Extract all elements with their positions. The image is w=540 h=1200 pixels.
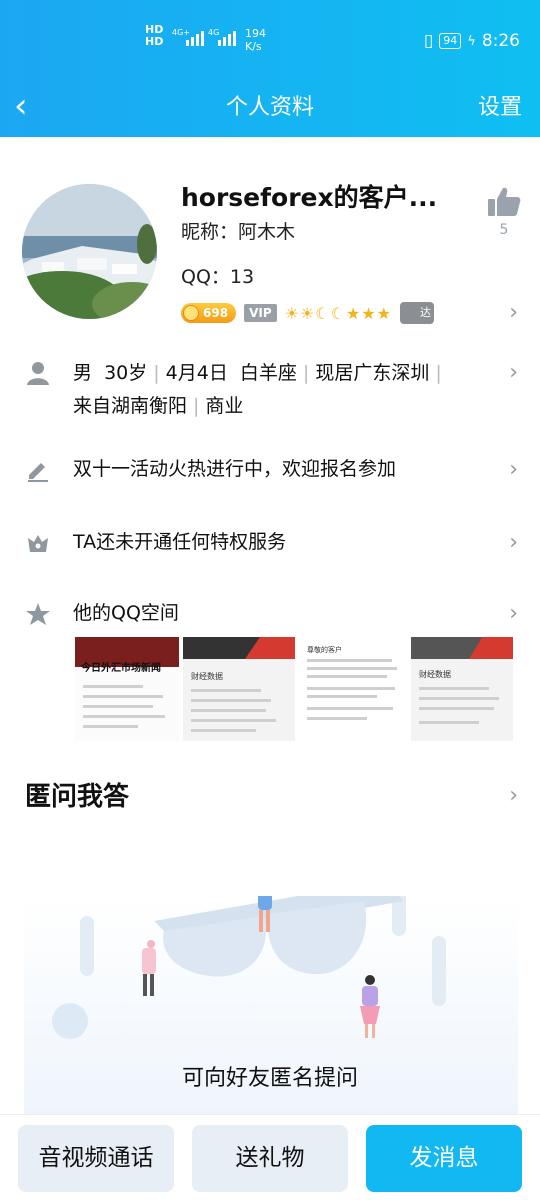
thumbnail-title: 尊敬的客户 bbox=[307, 646, 342, 654]
profile-qq-number: QQ：13 bbox=[181, 266, 255, 288]
gender: 男 bbox=[73, 362, 93, 384]
badge-row[interactable]: 698 VIP ☀☀☾☾★★★ 达 bbox=[181, 302, 435, 324]
battery-icon: 94 bbox=[439, 33, 462, 49]
chevron-right-icon[interactable]: › bbox=[509, 301, 518, 325]
coin-level-badge: 698 bbox=[181, 303, 237, 323]
privilege-text: TA还未开通任何特权服务 bbox=[73, 531, 287, 553]
hometown: 来自湖南衡阳 bbox=[73, 395, 188, 417]
anon-qa-prompt: 可向好友匿名提问 bbox=[181, 1066, 358, 1091]
chevron-right-icon: › bbox=[509, 601, 518, 626]
thumbs-up-icon bbox=[488, 187, 521, 216]
chevron-right-icon: › bbox=[509, 457, 518, 482]
divider: | bbox=[302, 362, 310, 384]
send-gift-button[interactable]: 送礼物 bbox=[192, 1125, 348, 1192]
vibrate-icon: ▯ bbox=[423, 31, 434, 51]
chevron-right-icon: › bbox=[509, 530, 518, 555]
qzone-thumbnail[interactable]: 今日外汇市场新闻 bbox=[75, 637, 179, 741]
chevron-right-icon: › bbox=[509, 360, 518, 385]
person-icon bbox=[25, 360, 51, 386]
qzone-text: 他的QQ空间 bbox=[73, 602, 179, 624]
qzone-row[interactable]: 他的QQ空间 › bbox=[0, 597, 540, 633]
thumbnail-title: 财经数据 bbox=[419, 670, 451, 679]
hd-indicators: HD HD bbox=[145, 24, 163, 48]
info-line-1: 男 30岁 | 4月4日 白羊座 | 现居广东深圳 | bbox=[73, 357, 448, 390]
nav-bar: ‹ 个人资料 设置 bbox=[0, 80, 540, 137]
qzone-thumbnail[interactable]: 尊敬的客户 bbox=[299, 637, 407, 741]
crown-icon bbox=[25, 530, 51, 556]
privilege-row[interactable]: TA还未开通任何特权服务 › bbox=[0, 526, 540, 562]
charging-icon: ϟ bbox=[467, 33, 476, 49]
qzone-thumbnail[interactable]: 财经数据 bbox=[411, 637, 513, 741]
settings-button[interactable]: 设置 bbox=[478, 88, 522, 128]
info-line-2: 来自湖南衡阳 | 商业 bbox=[73, 390, 243, 423]
send-message-button[interactable]: 发消息 bbox=[366, 1125, 522, 1192]
qzone-thumbnail[interactable]: 财经数据 bbox=[183, 637, 295, 741]
profile-nickname: 昵称：阿木木 bbox=[181, 221, 296, 243]
pen-icon bbox=[25, 457, 51, 483]
divider: | bbox=[435, 362, 442, 384]
birthday: 4月4日 bbox=[165, 362, 228, 384]
chevron-right-icon[interactable]: › bbox=[509, 784, 518, 808]
status-right: ▯ 94 ϟ 8:26 bbox=[424, 31, 520, 51]
bottom-action-bar: 音视频通话 送礼物 发消息 bbox=[0, 1114, 540, 1200]
hd-label: HD bbox=[145, 35, 164, 48]
video-call-button[interactable]: 音视频通话 bbox=[18, 1125, 174, 1192]
profile-name: horseforex的客户... bbox=[181, 183, 438, 212]
divider: | bbox=[193, 395, 200, 417]
thumbnail-title: 财经数据 bbox=[191, 672, 223, 681]
like-count: 5 bbox=[499, 222, 509, 238]
clock: 8:26 bbox=[481, 31, 520, 51]
avatar[interactable] bbox=[22, 184, 157, 319]
signature-row[interactable]: 双十一活动火热进行中，欢迎报名参加 › bbox=[0, 453, 540, 489]
location: 现居广东深圳 bbox=[315, 362, 430, 384]
industry: 商业 bbox=[205, 395, 244, 417]
divider: | bbox=[153, 362, 160, 384]
ta-badge: 达 bbox=[400, 302, 435, 324]
status-bar: HD HD 4G+ 4G 194 K/s ▯ 94 ϟ 8:26 bbox=[0, 0, 540, 80]
zodiac: 白羊座 bbox=[239, 362, 297, 384]
anon-qa-heading: 匿问我答 bbox=[25, 782, 130, 812]
speed-value: 194 bbox=[245, 27, 266, 40]
page-title: 个人资料 bbox=[225, 95, 314, 120]
like-button[interactable]: 5 bbox=[484, 186, 524, 238]
signature-text: 双十一活动火热进行中，欢迎报名参加 bbox=[73, 458, 397, 480]
star-icon bbox=[25, 601, 51, 627]
signal-bars-icon bbox=[186, 30, 204, 46]
network-speed: 194 K/s bbox=[245, 27, 266, 53]
speed-unit: K/s bbox=[245, 40, 262, 53]
signal-bars-icon bbox=[218, 30, 236, 46]
qzone-thumbnails[interactable]: 今日外汇市场新闻 财经数据 尊敬的客户 财经数据 bbox=[75, 637, 517, 741]
age: 30岁 bbox=[104, 362, 148, 384]
qq-level-icons: ☀☀☾☾★★★ bbox=[284, 303, 393, 323]
vip-badge: VIP bbox=[244, 304, 277, 322]
info-row[interactable]: 男 30岁 | 4月4日 白羊座 | 现居广东深圳 | 来自湖南衡阳 | 商业 › bbox=[0, 355, 540, 425]
thumbnail-title: 今日外汇市场新闻 bbox=[81, 663, 161, 674]
